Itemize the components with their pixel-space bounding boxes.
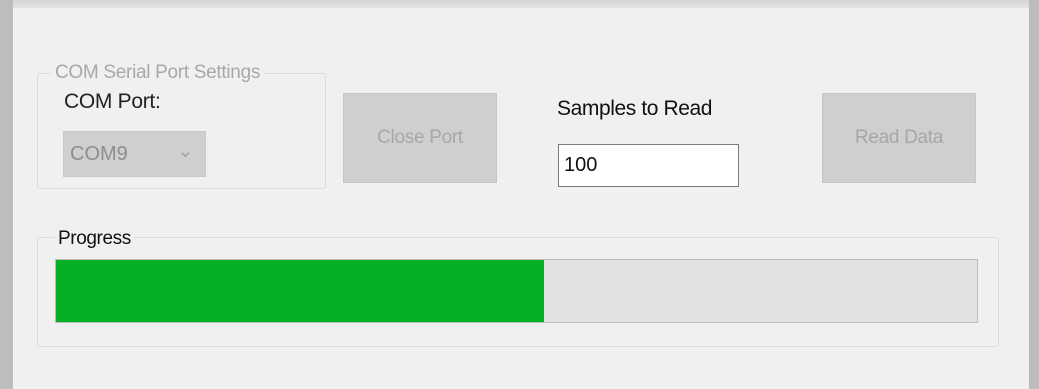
com-port-selected-value: COM9 <box>70 143 128 165</box>
chevron-down-icon: ⌄ <box>177 140 194 162</box>
close-port-button[interactable]: Close Port <box>343 93 497 183</box>
samples-to-read-label: Samples to Read <box>557 97 713 120</box>
progress-bar <box>55 259 978 323</box>
window-left-edge <box>0 0 13 389</box>
progress-group-title: Progress <box>55 228 134 250</box>
window-top-edge <box>0 0 1039 8</box>
com-port-label: COM Port: <box>64 90 161 113</box>
window-right-edge <box>1029 0 1039 389</box>
read-data-button[interactable]: Read Data <box>822 93 976 183</box>
progress-bar-fill <box>56 260 545 322</box>
com-settings-group-title: COM Serial Port Settings <box>51 62 265 84</box>
samples-to-read-input[interactable] <box>558 144 739 187</box>
com-port-select[interactable]: COM9 ⌄ <box>63 131 206 177</box>
